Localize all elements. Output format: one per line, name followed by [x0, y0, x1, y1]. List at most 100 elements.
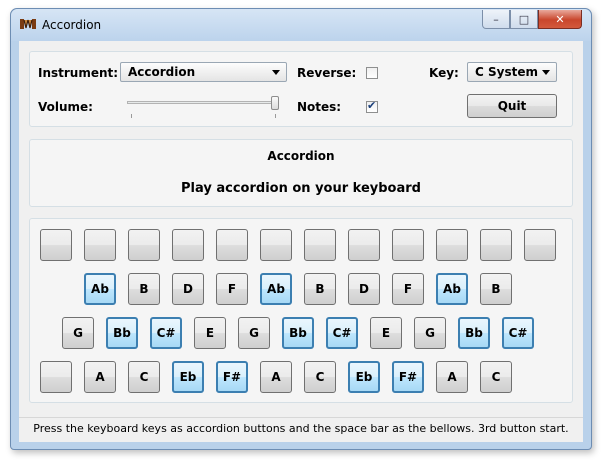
reverse-label: Reverse:: [297, 66, 357, 80]
accordion-key[interactable]: C#: [326, 317, 358, 349]
keyboard-panel: Ab B D F Ab B D F Ab B G Bb C# E G Bb C# E G Bb C# A C Eb F# A C Eb…: [29, 218, 573, 403]
accordion-key[interactable]: [128, 229, 160, 261]
minimize-icon: –: [493, 12, 499, 26]
accordion-key[interactable]: A: [84, 361, 116, 393]
accordion-key-label: C: [315, 370, 325, 384]
accordion-key[interactable]: Bb: [282, 317, 314, 349]
accordion-key-label: A: [447, 370, 457, 384]
accordion-key[interactable]: E: [370, 317, 402, 349]
accordion-key-label: E: [205, 326, 215, 340]
accordion-key-label: C#: [508, 326, 528, 340]
key-value: C System: [475, 65, 538, 79]
minimize-button[interactable]: –: [482, 10, 510, 29]
accordion-key[interactable]: D: [348, 273, 380, 305]
accordion-key[interactable]: [172, 229, 204, 261]
accordion-key-label: G: [249, 326, 259, 340]
accordion-key[interactable]: A: [436, 361, 468, 393]
volume-slider-thumb[interactable]: [271, 96, 279, 110]
app-window: Accordion – □ ✕ Instrument: Accordion Re…: [10, 8, 592, 450]
quit-label: Quit: [497, 99, 527, 113]
chevron-down-icon: [542, 70, 550, 75]
accordion-key[interactable]: Ab: [84, 273, 116, 305]
accordion-key-label: B: [315, 282, 325, 296]
accordion-key[interactable]: [216, 229, 248, 261]
accordion-key[interactable]: C: [128, 361, 160, 393]
info-subtitle: Play accordion on your keyboard: [181, 181, 421, 196]
accordion-key[interactable]: [84, 229, 116, 261]
checkmark-icon: ✔: [367, 99, 377, 112]
accordion-key[interactable]: D: [172, 273, 204, 305]
accordion-key-label: Bb: [465, 326, 483, 340]
accordion-key-label: G: [425, 326, 435, 340]
volume-slider-track[interactable]: [127, 101, 279, 104]
accordion-key[interactable]: [304, 229, 336, 261]
accordion-key-label: Ab: [91, 282, 109, 296]
instrument-label: Instrument:: [38, 66, 119, 80]
accordion-key[interactable]: F: [392, 273, 424, 305]
maximize-icon: □: [518, 12, 530, 26]
accordion-key[interactable]: G: [62, 317, 94, 349]
maximize-button[interactable]: □: [510, 10, 538, 29]
accordion-key-label: F: [403, 282, 413, 296]
slider-tick: [131, 114, 132, 118]
accordion-key-label: Ab: [267, 282, 285, 296]
instrument-select[interactable]: Accordion: [120, 62, 287, 82]
accordion-key[interactable]: Ab: [436, 273, 468, 305]
accordion-key-label: A: [271, 370, 281, 384]
accordion-key[interactable]: [524, 229, 556, 261]
volume-label: Volume:: [38, 100, 93, 114]
accordion-key[interactable]: F#: [216, 361, 248, 393]
accordion-key[interactable]: C: [304, 361, 336, 393]
accordion-key[interactable]: Ab: [260, 273, 292, 305]
controls-panel: Instrument: Accordion Reverse: Key: C Sy…: [29, 51, 573, 127]
accordion-key[interactable]: [480, 229, 512, 261]
reverse-checkbox[interactable]: [366, 67, 378, 79]
quit-button[interactable]: Quit: [467, 94, 557, 118]
close-button[interactable]: ✕: [538, 10, 582, 29]
accordion-key[interactable]: [392, 229, 424, 261]
status-text: Press the keyboard keys as accordion but…: [33, 422, 569, 435]
key-select[interactable]: C System: [467, 62, 557, 82]
client-area: Instrument: Accordion Reverse: Key: C Sy…: [19, 41, 583, 442]
accordion-key[interactable]: Eb: [172, 361, 204, 393]
accordion-key[interactable]: Eb: [348, 361, 380, 393]
accordion-key-label: F: [227, 282, 237, 296]
accordion-key[interactable]: C#: [502, 317, 534, 349]
window-buttons: – □ ✕: [482, 10, 582, 29]
chevron-down-icon: [272, 70, 280, 75]
accordion-key[interactable]: A: [260, 361, 292, 393]
accordion-key[interactable]: F#: [392, 361, 424, 393]
accordion-key[interactable]: C: [480, 361, 512, 393]
notes-label: Notes:: [297, 100, 342, 114]
title-bar[interactable]: Accordion – □ ✕: [11, 9, 591, 41]
accordion-key-label: Ab: [443, 282, 461, 296]
status-bar: Press the keyboard keys as accordion but…: [19, 417, 583, 442]
info-title: Accordion: [267, 149, 335, 163]
accordion-key[interactable]: G: [414, 317, 446, 349]
accordion-key-label: D: [359, 282, 369, 296]
accordion-key[interactable]: [260, 229, 292, 261]
accordion-key[interactable]: G: [238, 317, 270, 349]
accordion-key[interactable]: [348, 229, 380, 261]
accordion-key[interactable]: [436, 229, 468, 261]
accordion-key-label: Bb: [113, 326, 131, 340]
accordion-key[interactable]: B: [304, 273, 336, 305]
accordion-key-label: C: [139, 370, 149, 384]
accordion-key[interactable]: B: [128, 273, 160, 305]
accordion-key[interactable]: F: [216, 273, 248, 305]
accordion-key-label: C#: [156, 326, 176, 340]
accordion-key[interactable]: B: [480, 273, 512, 305]
key-label: Key:: [429, 66, 459, 80]
info-panel: Accordion Play accordion on your keyboar…: [29, 139, 573, 207]
accordion-key[interactable]: [40, 229, 72, 261]
accordion-key[interactable]: E: [194, 317, 226, 349]
accordion-key-label: B: [491, 282, 501, 296]
notes-checkbox[interactable]: ✔: [366, 99, 378, 113]
accordion-key-label: B: [139, 282, 149, 296]
accordion-key[interactable]: Bb: [458, 317, 490, 349]
accordion-key[interactable]: Bb: [106, 317, 138, 349]
accordion-key-label: E: [381, 326, 391, 340]
accordion-key[interactable]: C#: [150, 317, 182, 349]
accordion-icon: [20, 19, 36, 29]
accordion-key[interactable]: [40, 361, 72, 393]
